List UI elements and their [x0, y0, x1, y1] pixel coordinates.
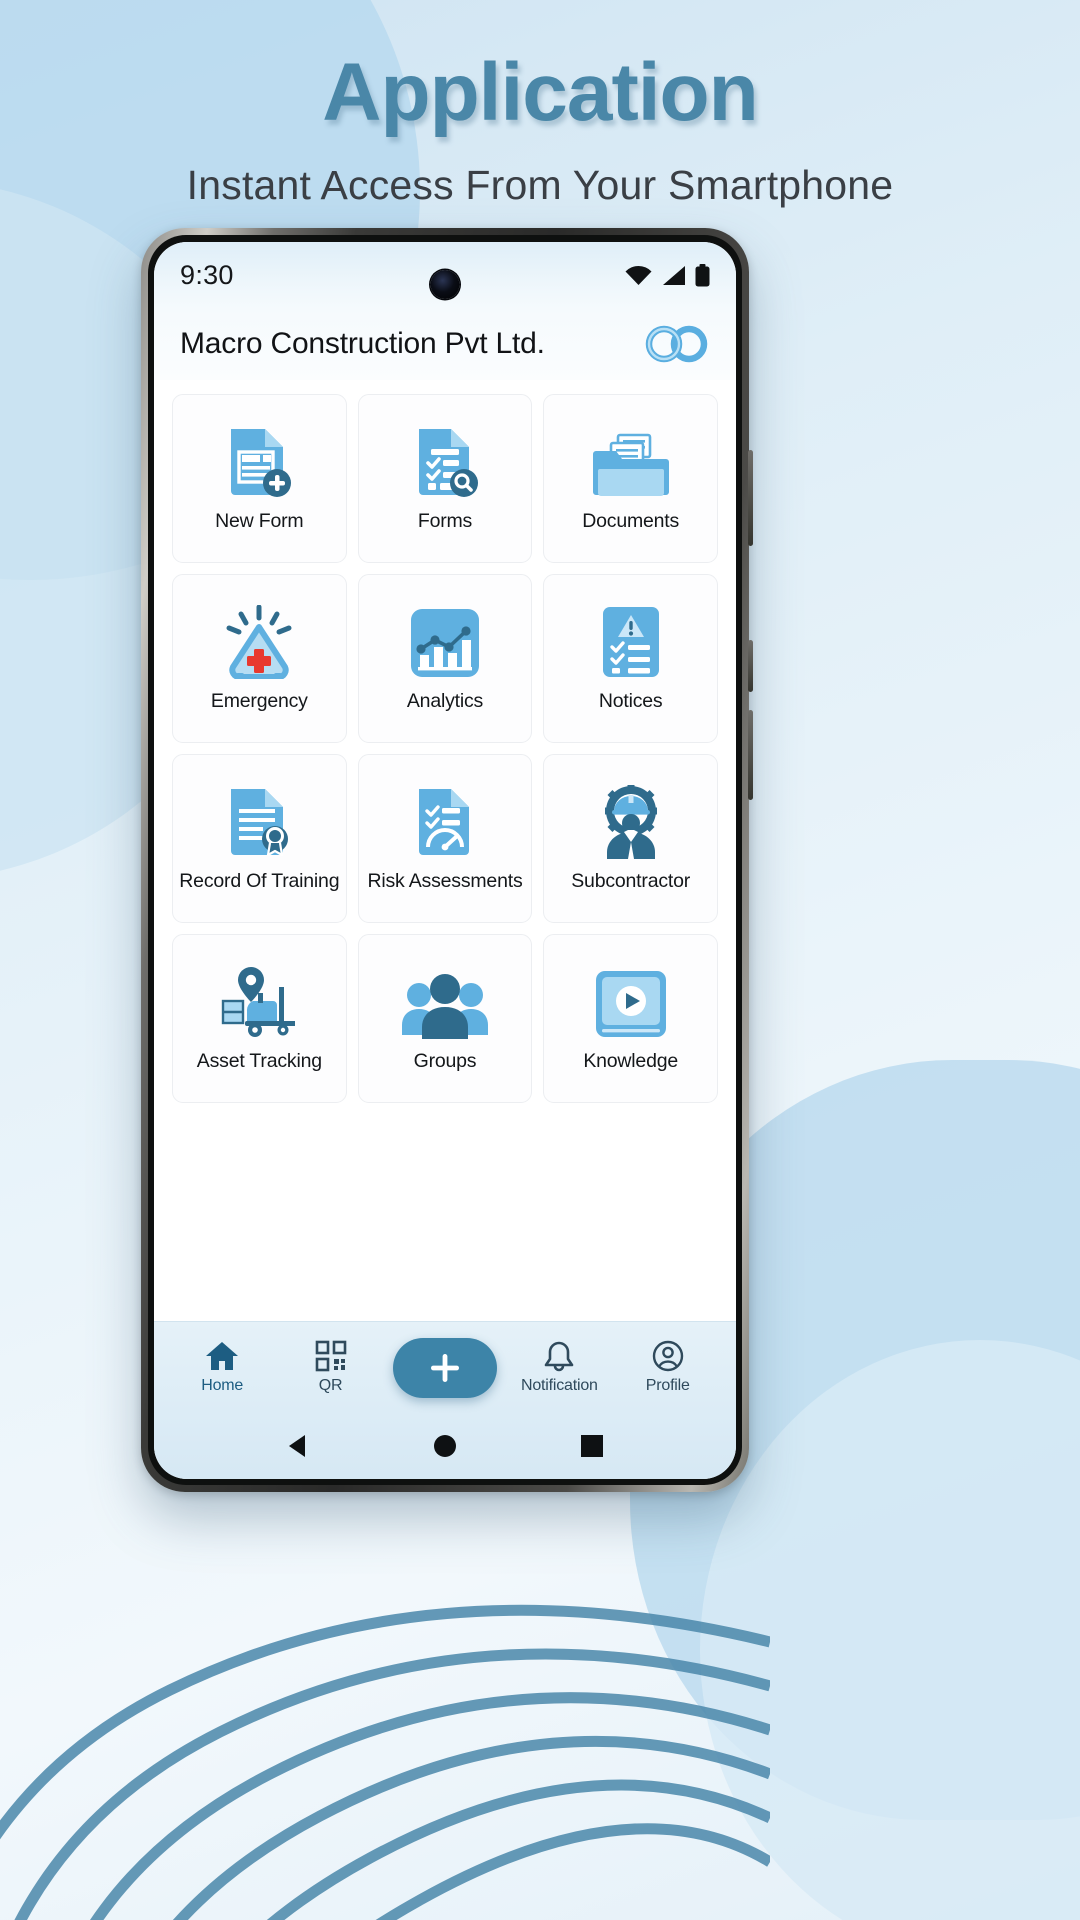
grid-tile-label: Asset Tracking — [196, 1049, 322, 1072]
company-name: Macro Construction Pvt Ltd. — [180, 327, 545, 360]
grid-tile-knowledge[interactable]: Knowledge — [543, 934, 718, 1103]
nav-item-home[interactable]: Home — [176, 1340, 268, 1395]
bell-icon — [545, 1341, 574, 1372]
home-circle-icon — [433, 1435, 456, 1457]
nav-item-label: Profile — [645, 1377, 690, 1394]
grid-tile-label: Emergency — [210, 689, 308, 712]
system-home-button[interactable] — [431, 1432, 459, 1460]
grid-tile-label: Risk Assessments — [367, 869, 523, 892]
grid-tile-notices[interactable]: Notices — [543, 574, 718, 743]
worker-gear-icon — [590, 784, 672, 859]
certificate-document-icon — [223, 785, 295, 859]
infinity-logo[interactable] — [644, 324, 710, 364]
nav-item-add-button[interactable] — [392, 1337, 497, 1398]
system-back-button[interactable] — [284, 1432, 312, 1460]
qr-code-icon — [315, 1340, 346, 1372]
nav-item-label: Notification — [520, 1377, 598, 1394]
notice-alert-icon — [600, 605, 662, 679]
grid-tile-forms[interactable]: Forms — [357, 394, 533, 563]
bar-chart-icon — [409, 605, 481, 679]
grid-tile-label: Notices — [598, 689, 663, 712]
user-circle-icon — [652, 1340, 683, 1372]
grid-tile-asset-tracking[interactable]: Asset Tracking — [172, 934, 347, 1103]
phone-screen: 9:30 Macro Construction Pvt Ltd. New For… — [154, 242, 736, 1479]
nav-item-profile[interactable]: Profile — [622, 1340, 714, 1395]
nav-item-label: QR — [318, 1377, 343, 1394]
grid-tile-label: Subcontractor — [571, 869, 691, 892]
home-icon — [206, 1342, 239, 1370]
grid-tile-groups[interactable]: Groups — [357, 934, 533, 1103]
emergency-beacon-icon — [219, 604, 299, 679]
bottom-navigation-bar: Home QR Notification Profile — [154, 1321, 736, 1413]
grid-tile-label: Analytics — [406, 689, 484, 712]
phone-side-button-volume-down[interactable] — [748, 640, 753, 692]
battery-icon — [695, 263, 710, 286]
document-search-icon — [409, 425, 481, 499]
grid-tile-documents[interactable]: Documents — [543, 394, 718, 563]
back-triangle-icon — [288, 1435, 305, 1457]
page-title: Application — [322, 47, 758, 138]
phone-side-button-volume-up[interactable] — [748, 450, 753, 546]
app-grid: New Form Forms Documents Emergency Analy… — [172, 394, 718, 1103]
risk-gauge-document-icon — [409, 785, 481, 859]
grid-tile-label: Groups — [413, 1049, 477, 1072]
grid-tile-label: New Form — [215, 509, 304, 532]
wifi-icon — [625, 265, 652, 285]
document-add-icon — [223, 425, 295, 499]
nav-item-label: Home — [201, 1377, 244, 1394]
phone-side-button-power[interactable] — [748, 710, 753, 800]
grid-tile-label: Knowledge — [583, 1049, 679, 1072]
status-bar: 9:30 — [154, 242, 736, 308]
system-recents-button[interactable] — [578, 1432, 606, 1460]
nav-item-notification[interactable]: Notification — [513, 1340, 605, 1395]
forklift-location-icon — [217, 965, 301, 1039]
status-bar-clock: 9:30 — [180, 259, 234, 290]
phone-bezel: 9:30 Macro Construction Pvt Ltd. New For… — [148, 235, 742, 1485]
status-bar-icons — [625, 263, 710, 287]
grid-tile-label: Forms — [417, 509, 473, 532]
grid-tile-subcontractor[interactable]: Subcontractor — [543, 754, 718, 923]
system-navigation-bar — [154, 1413, 736, 1479]
app-header: Macro Construction Pvt Ltd. — [154, 308, 736, 380]
grid-tile-label: Documents — [582, 509, 680, 532]
nav-item-qr[interactable]: QR — [285, 1340, 377, 1395]
plus-fab-icon — [430, 1353, 459, 1382]
front-camera — [430, 270, 460, 299]
grid-tile-new-form[interactable]: New Form — [172, 394, 347, 563]
cellular-signal-icon — [663, 265, 685, 285]
recents-square-icon — [581, 1435, 604, 1457]
people-group-icon — [401, 965, 488, 1039]
grid-tile-record-of-training[interactable]: Record Of Training — [172, 754, 347, 923]
page-subtitle: Instant Access From Your Smartphone — [186, 162, 894, 208]
phone-mockup: 9:30 Macro Construction Pvt Ltd. New For… — [141, 228, 753, 1492]
folder-documents-icon — [592, 425, 670, 499]
app-grid-container: New Form Forms Documents Emergency Analy… — [154, 380, 736, 1321]
grid-tile-emergency[interactable]: Emergency — [172, 574, 347, 743]
grid-tile-label: Record Of Training — [179, 869, 340, 892]
grid-tile-analytics[interactable]: Analytics — [357, 574, 533, 743]
hero-section: Application Instant Access From Your Sma… — [0, 0, 1080, 209]
grid-tile-risk-assessments[interactable]: Risk Assessments — [357, 754, 533, 923]
video-play-tablet-icon — [594, 965, 668, 1039]
